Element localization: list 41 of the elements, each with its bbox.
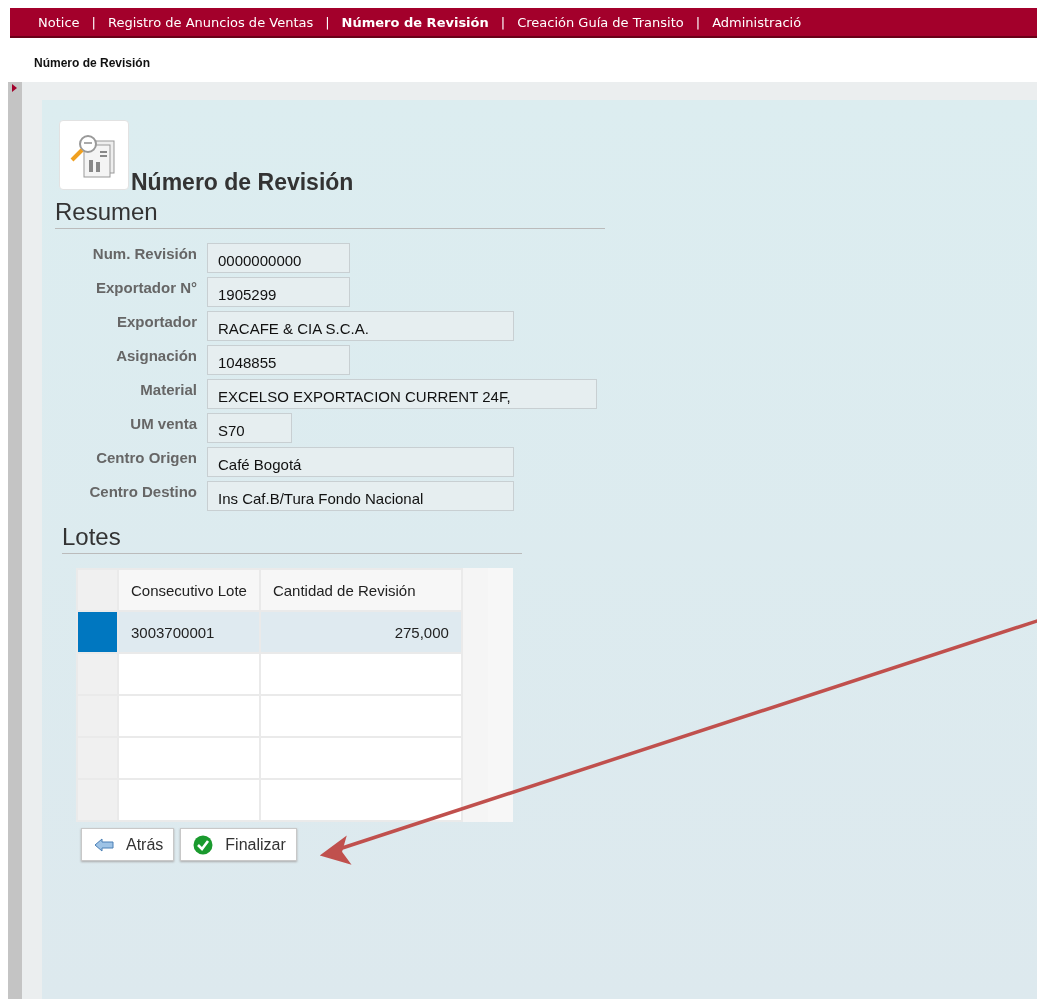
separator: |: [324, 14, 331, 30]
nav-tab[interactable]: Número de Revisión: [341, 14, 489, 30]
field-label: Centro Origen: [96, 448, 197, 468]
section-title: Resumen: [55, 198, 605, 229]
table-corner: [77, 569, 118, 611]
field-label: Material: [140, 380, 197, 400]
nav-tab[interactable]: Registro de Anuncios de Ventas: [107, 14, 314, 30]
separator: |: [499, 14, 507, 30]
check-icon: [193, 834, 214, 855]
finish-button[interactable]: Finalizar: [180, 828, 297, 861]
field-label: UM venta: [130, 414, 197, 434]
field-label: Centro Destino: [89, 482, 197, 502]
field-label: Num. Revisión: [92, 244, 197, 264]
section-title: Lotes: [62, 523, 522, 554]
nav-tab[interactable]: Administració: [712, 14, 802, 30]
back-arrow-icon: [94, 837, 114, 852]
read-only-field[interactable]: 0000000000: [207, 243, 350, 273]
field-label: Exportador: [117, 312, 197, 332]
row-selector[interactable]: [77, 611, 118, 653]
back-button[interactable]: Atrás: [81, 828, 175, 861]
read-only-field[interactable]: RACAFE & CIA S.C.A.: [207, 311, 514, 341]
page-heading: Número de Revisión: [131, 169, 354, 196]
read-only-field[interactable]: 1048855: [207, 345, 350, 375]
separator: |: [694, 14, 702, 30]
table-cell: 3003700001: [118, 611, 260, 653]
column-header: Cantidad de Revisión: [259, 569, 462, 611]
read-only-field[interactable]: EXCELSO EXPORTACION CURRENT 24F,: [207, 379, 597, 409]
read-only-field[interactable]: S70: [207, 413, 292, 443]
column-header: Consecutivo Lote: [118, 569, 260, 611]
field-label: Asignación: [116, 346, 197, 366]
report-search-icon: [59, 120, 129, 190]
expand-icon[interactable]: [12, 84, 17, 92]
page-title: Número de Revisión: [33, 55, 152, 72]
nav-tab[interactable]: Notice: [38, 14, 80, 30]
table-cell: 275,000: [259, 611, 462, 653]
read-only-field[interactable]: 1905299: [207, 277, 350, 307]
read-only-field[interactable]: Ins Caf.B/Tura Fondo Nacional: [207, 481, 514, 511]
separator: |: [90, 14, 97, 30]
field-label: Exportador N°: [96, 278, 197, 298]
nav-tab[interactable]: Creación Guía de Transito: [517, 14, 684, 30]
read-only-field[interactable]: Café Bogotá: [207, 447, 514, 477]
